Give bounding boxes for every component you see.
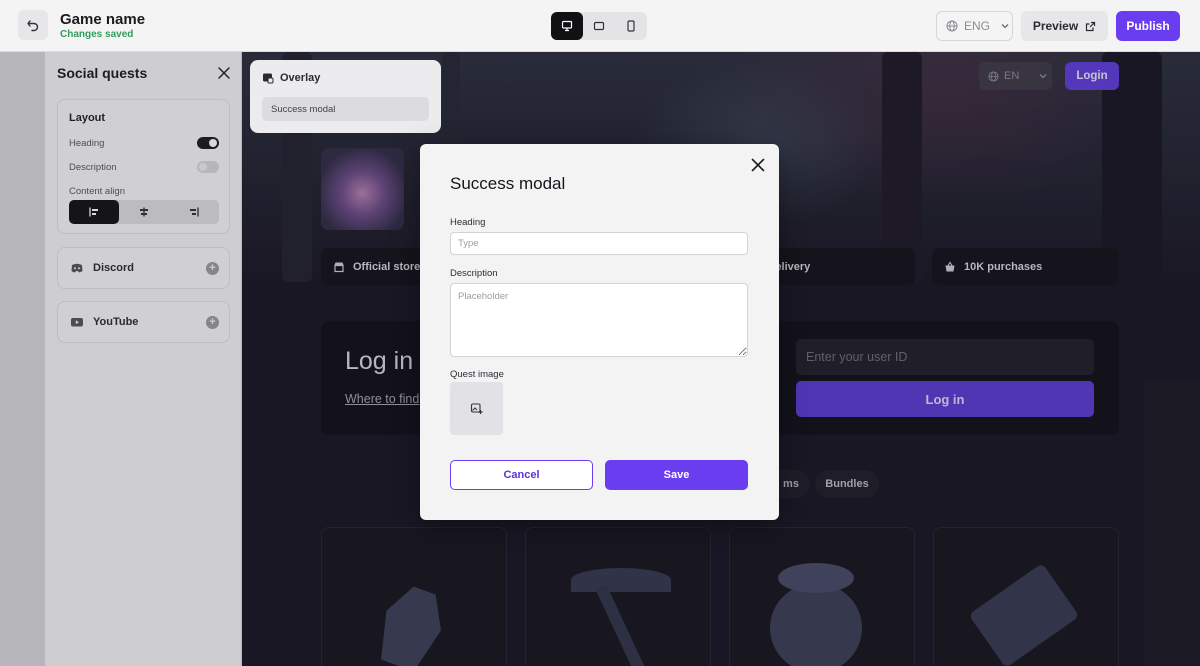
preview-label: Preview [1032,19,1079,33]
undo-button[interactable] [18,10,48,40]
game-name: Game name [60,11,146,28]
breadcrumb-item-success-modal[interactable]: Success modal [262,97,429,121]
tablet-icon [593,21,605,31]
success-modal-dialog: Success modal Heading Description Quest … [420,144,779,520]
external-link-icon [1086,21,1096,31]
device-switcher [551,12,647,40]
preview-button[interactable]: Preview [1021,11,1108,41]
description-label: Description [450,268,498,279]
close-icon[interactable] [751,158,765,172]
publish-button[interactable]: Publish [1116,11,1180,41]
globe-icon [946,20,958,32]
language-label: ENG [964,19,991,33]
modal-title: Success modal [450,174,566,193]
quest-image-label: Quest image [450,369,504,380]
add-image-icon [470,403,483,414]
save-status: Changes saved [60,29,134,40]
description-textarea[interactable] [450,283,748,357]
breadcrumb-head: Overlay [262,72,320,84]
heading-label: Heading [450,217,486,228]
heading-input[interactable] [450,232,748,255]
quest-image-upload[interactable] [450,382,503,435]
top-bar: Game name Changes saved ENG Preview Publ… [0,0,1200,52]
mobile-icon [627,20,635,32]
save-button[interactable]: Save [605,460,748,490]
desktop-icon [561,20,573,32]
overlay-icon [263,73,274,84]
desktop-view-button[interactable] [551,12,583,40]
mobile-view-button[interactable] [615,12,647,40]
cancel-button[interactable]: Cancel [450,460,593,490]
tablet-view-button[interactable] [583,12,615,40]
chevron-down-icon [1001,24,1009,29]
undo-icon [27,20,39,32]
breadcrumb-title: Overlay [280,72,321,84]
language-selector[interactable]: ENG [936,11,1013,41]
overlay-breadcrumb: Overlay Success modal [250,60,441,133]
